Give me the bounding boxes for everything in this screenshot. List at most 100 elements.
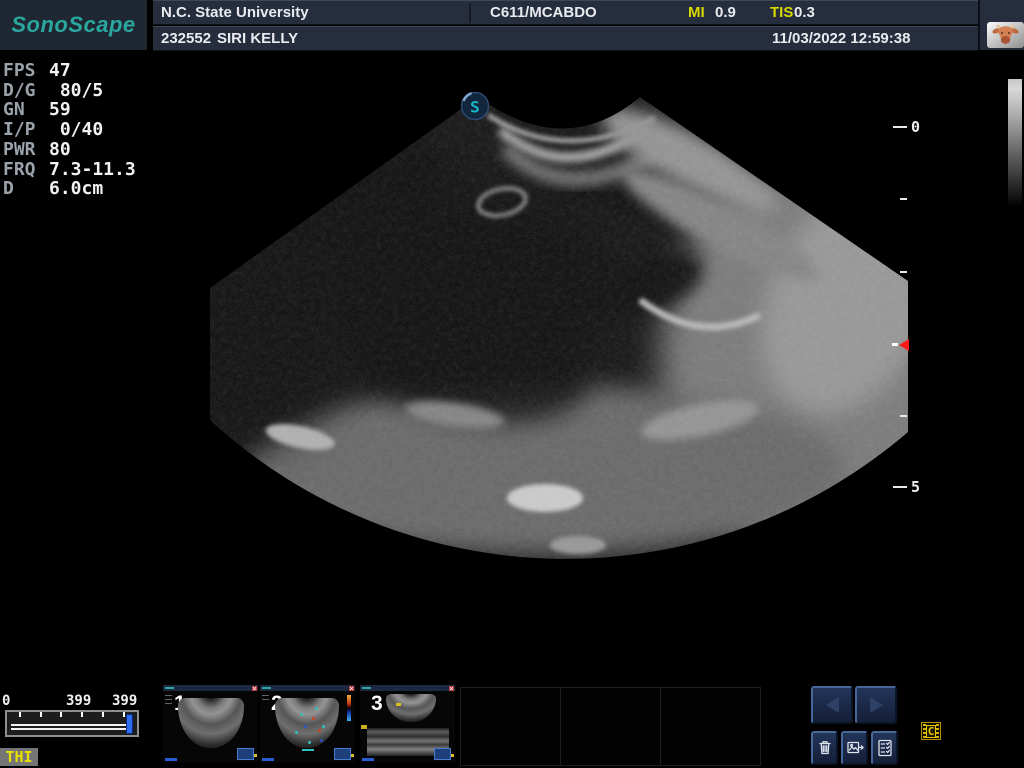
doppler-dot (308, 741, 311, 744)
mini-logo-icon (262, 687, 271, 689)
param-label: PWR (3, 140, 49, 160)
param-row-frq: FRQ7.3-11.3 (3, 160, 136, 180)
thumb-progress-bar (165, 758, 177, 761)
next-page-button[interactable] (855, 686, 897, 724)
doppler-dot (304, 725, 307, 728)
thumbnail-titlebar (260, 685, 355, 691)
report-button[interactable] (871, 731, 898, 765)
doppler-dot (312, 717, 315, 720)
ruler-tick (900, 271, 907, 273)
param-row-gn: GN59 (3, 100, 136, 120)
doppler-color-bar (347, 695, 351, 721)
gain-slider-marker[interactable] (126, 714, 133, 734)
param-row-d: D6.0cm (3, 179, 136, 199)
param-value: 7.3-11.3 (49, 159, 136, 180)
cine-marker: C (921, 722, 941, 740)
brand-logo: SonoScape (0, 0, 147, 50)
doppler-dot (315, 707, 318, 710)
thumbnail-titlebar (163, 685, 258, 691)
thumb-status-box (334, 748, 351, 760)
gain-track-line (11, 724, 129, 726)
previous-page-button[interactable] (811, 686, 853, 724)
close-icon[interactable] (252, 686, 257, 691)
param-value: 80/5 (49, 80, 103, 101)
param-row-fps: FPS47 (3, 61, 136, 81)
param-value: 47 (49, 60, 71, 81)
mini-logo-icon (362, 687, 371, 689)
film-perforation (923, 724, 926, 738)
param-label: D/G (3, 81, 49, 101)
header-row-1: N.C. State University C611/MCABDO MI 0.9… (153, 0, 978, 25)
param-row-ip: I/P 0/40 (3, 120, 136, 140)
ultrasound-screen: SonoScape N.C. State University C611/MCA… (0, 0, 1024, 768)
ruler-tick (893, 126, 907, 128)
doppler-dot (318, 729, 321, 732)
gain-tick (81, 712, 83, 717)
gain-scale-label: 0 (2, 693, 10, 709)
gain-tick (60, 712, 62, 717)
export-button[interactable] (841, 731, 868, 765)
param-label: I/P (3, 120, 49, 140)
gain-scale-label: 399 (112, 693, 137, 709)
header-row-2: 232552 SIRI KELLY 11/03/2022 12:59:38 (153, 26, 978, 51)
close-icon[interactable] (349, 686, 354, 691)
header-divider (469, 3, 471, 23)
datetime-label: 11/03/2022 12:59:38 (772, 27, 910, 50)
param-label: GN (3, 100, 49, 120)
thumb-param-line (165, 703, 172, 704)
thumb-cine-dot (254, 754, 257, 757)
gain-track-line (11, 728, 129, 730)
param-label: FPS (3, 61, 49, 81)
brand-logo-text: SonoScape (11, 12, 135, 38)
probe-preset-label: C611/MCABDO (490, 1, 597, 24)
param-row-pwr: PWR80 (3, 140, 136, 160)
thumb-status-box (237, 748, 254, 760)
thumbnail-index: 3 (371, 692, 383, 716)
s-orientation-marker: S (462, 93, 489, 120)
param-value: 80 (49, 139, 71, 160)
mini-logo-icon (165, 687, 174, 689)
thumbnail-empty-slot (560, 687, 661, 766)
thumb-progress-bar (262, 758, 274, 761)
ruler-tick (893, 486, 907, 488)
ruler-tick (900, 198, 907, 200)
ruler-label-bottom: 5 (911, 478, 920, 496)
close-icon[interactable] (449, 686, 454, 691)
doppler-dot (300, 713, 303, 716)
mi-value: 0.9 (715, 1, 736, 24)
tis-value: 0.3 (794, 1, 815, 24)
ultrasound-image: S (160, 60, 920, 600)
thumbnail-3[interactable]: 3 (360, 685, 455, 763)
thumbnail-empty-slot (660, 687, 761, 766)
chevron-left-icon (826, 697, 839, 713)
tis-label: TIS (770, 1, 793, 24)
thumbnail-empty-slot (460, 687, 561, 766)
trash-icon (815, 738, 835, 758)
gain-slider[interactable] (5, 710, 139, 737)
thumb-cine-dot (451, 754, 454, 757)
thumb-yellow-mark (361, 725, 367, 729)
scan-parameters: FPS47 D/G 80/5 GN59 I/P 0/40 PWR80 FRQ7.… (3, 61, 136, 199)
param-value: 0/40 (49, 119, 103, 140)
param-row-dg: D/G 80/5 (3, 81, 136, 101)
thumbnail-mini-image (386, 694, 436, 722)
focus-marker (899, 339, 909, 351)
thumb-param-line (262, 695, 269, 696)
param-value: 6.0cm (49, 178, 103, 199)
thumb-cine-dot (351, 754, 354, 757)
patient-id: 232552 (161, 27, 211, 50)
doppler-dot (320, 739, 323, 742)
doppler-dot (322, 725, 325, 728)
thumbnail-titlebar (360, 685, 455, 691)
gain-tick (40, 712, 42, 717)
thumbnail-1[interactable]: 1 (163, 685, 258, 763)
param-label: D (3, 179, 49, 199)
thumbnail-2[interactable]: 2 (260, 685, 355, 763)
checklist-icon (875, 738, 895, 758)
cow-icon (989, 23, 1022, 47)
chevron-right-icon (870, 697, 883, 713)
delete-button[interactable] (811, 731, 838, 765)
cine-marker-label: C (926, 725, 937, 738)
param-value: 59 (49, 99, 71, 120)
exam-type-button[interactable] (987, 22, 1024, 48)
